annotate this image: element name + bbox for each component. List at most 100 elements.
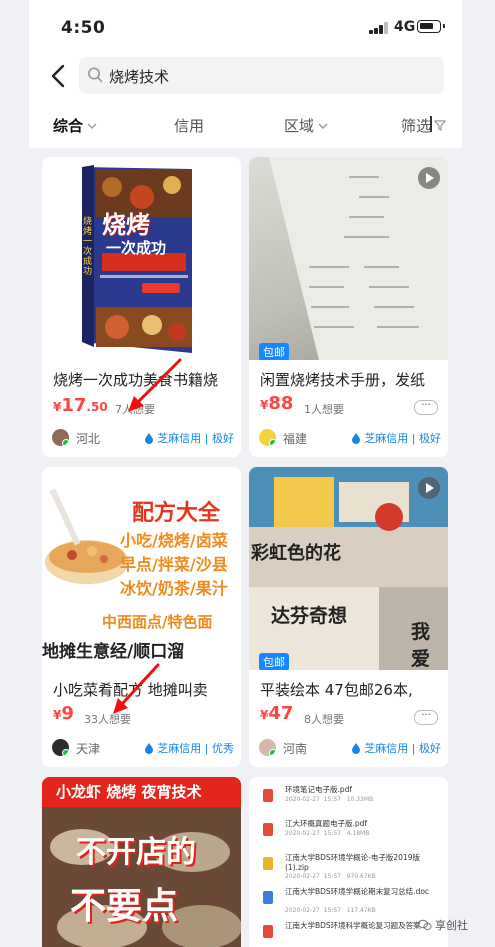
price-integer: 17 [61, 395, 87, 416]
sesame-credit-icon [352, 432, 361, 444]
avatar [259, 739, 276, 756]
want-count: 8人想要 [304, 713, 344, 726]
back-button[interactable] [47, 62, 71, 90]
seller-location: 天津 [76, 742, 101, 756]
product-title: 烧烤一次成功美食书籍烧 [53, 371, 219, 389]
status-time: 4:50 [61, 18, 106, 38]
product-image: 烧烤 一次成功 烧烤一次成功 [42, 157, 241, 360]
product-title: 小吃菜肴配方 地摊叫卖 [53, 681, 208, 699]
chevron-left-icon [51, 64, 65, 88]
credit-label: 芝麻信用 | 极好 [364, 432, 441, 445]
search-query: 烧烤技术 [109, 68, 170, 86]
price-integer: 9 [61, 703, 74, 724]
avatar [52, 739, 69, 756]
watermark-text: 享创社 [435, 919, 468, 932]
top-header: 4:50 4G 烧烤技术 综合 信用 区域 筛选 [29, 0, 462, 148]
filter-bar: 综合 信用 区域 筛选 [29, 108, 462, 144]
more-options-button[interactable]: ··· [414, 710, 438, 725]
image-text: 达芬奇想 [271, 605, 348, 627]
product-card[interactable]: 配方大全 小吃/烧烤/卤菜 早点/拌菜/沙县 冰饮/奶茶/果汁 中西面点/特色面… [42, 467, 241, 767]
product-card[interactable]: 彩虹色的花 达芬奇想 我爱 包邮 平装绘本 47包邮26本, ¥47 8人想要 … [249, 467, 448, 767]
price-integer: 88 [268, 393, 294, 414]
watermark: 享创社 [418, 917, 468, 933]
product-image: 配方大全 小吃/烧烤/卤菜 早点/拌菜/沙县 冰饮/奶茶/果汁 中西面点/特色面… [42, 467, 241, 670]
seller-location: 福建 [283, 432, 308, 446]
image-text: 不要点 [70, 886, 179, 927]
more-options-button[interactable]: ··· [414, 400, 438, 415]
file-name: 江南大学BDS环境学概论期末复习总结.doc [285, 887, 430, 896]
seller-location: 河南 [283, 742, 308, 756]
file-name: 环境笔记电子版.pdf [285, 785, 353, 794]
avatar [52, 429, 69, 446]
filter-label: 筛选 [401, 117, 432, 135]
image-line: 早点/拌菜/沙县 [120, 555, 228, 574]
seller-row: 天津 芝麻信用 | 优秀 [52, 739, 234, 757]
filter-comprehensive[interactable]: 综合 [53, 115, 98, 136]
filter-credit[interactable]: 信用 [174, 115, 204, 136]
want-count: 1人想要 [304, 403, 344, 416]
search-icon [88, 67, 103, 83]
video-play-icon[interactable] [418, 167, 440, 189]
want-count: 33人想要 [84, 713, 131, 726]
pdf-file-icon [263, 789, 273, 802]
file-meta: 2020-02-27 15:57 10.33MB [285, 796, 374, 803]
file-meta: 2020-02-27 15:57 970.67KB [285, 873, 376, 880]
price-integer: 47 [268, 703, 294, 724]
product-card[interactable]: 烧烤 一次成功 烧烤一次成功 烧烤一次成功美食书籍烧 ¥17.50 7人想要 河… [42, 157, 241, 457]
network-type: 4G [394, 19, 416, 35]
credit-label: 芝麻信用 | 优秀 [157, 742, 234, 755]
image-line: 冰饮/奶茶/果汁 [120, 579, 228, 598]
filter-label: 综合 [53, 117, 84, 135]
product-title: 闲置烧烤技术手册，发纸 [260, 371, 426, 389]
product-image: 彩虹色的花 达芬奇想 我爱 包邮 [249, 467, 448, 670]
credit-badge: 芝麻信用 | 优秀 [144, 740, 234, 756]
product-title: 平装绘本 47包邮26本, [260, 681, 413, 699]
image-line: 小吃/烧烤/卤菜 [120, 531, 228, 550]
seller-row: 福建 芝麻信用 | 极好 [259, 429, 441, 447]
image-text: 我爱 [411, 621, 431, 670]
search-input[interactable]: 烧烤技术 [79, 57, 444, 94]
filter-region[interactable]: 区域 [284, 115, 329, 136]
want-count: 7人想要 [115, 403, 155, 416]
file-name: 江南大学BDS环境学概论-电子版2019版(1).zip [285, 853, 420, 872]
zip-file-icon [263, 857, 273, 870]
credit-badge: 芝麻信用 | 极好 [351, 740, 441, 756]
filter-label: 区域 [284, 117, 315, 135]
product-price: ¥9 [53, 703, 74, 724]
book-cover-image [82, 165, 192, 353]
image-line: 地摊生意经/顺口溜 [42, 642, 185, 662]
file-row: 江南大学BDS环境学概论期末复习总结.doc 2020-02-27 15:57 1… [249, 885, 448, 919]
status-bar: 4:50 4G [29, 0, 462, 54]
filter-screen[interactable]: 筛选 [401, 115, 447, 136]
chevron-down-icon [87, 123, 97, 129]
funnel-icon [434, 120, 447, 131]
file-row: 江南大学BDS环境学概论-电子版2019版(1).zip 2020-02-27 1… [249, 851, 448, 885]
video-play-icon[interactable] [418, 477, 440, 499]
seller-row: 河南 芝麻信用 | 极好 [259, 739, 441, 757]
cover-spine: 烧烤一次成功 [83, 217, 93, 277]
cover-subtitle: 一次成功 [106, 239, 167, 257]
file-name: 江南大学BDS环境科学概论复习题及答案 [285, 921, 421, 930]
image-text: 彩虹色的花 [251, 543, 341, 564]
doc-file-icon [263, 891, 273, 904]
product-price: ¥88 [260, 393, 294, 414]
document-photo [269, 157, 448, 360]
product-price: ¥47 [260, 703, 294, 724]
file-name: 江大环概真题电子版.pdf [285, 819, 368, 828]
chevron-down-icon [318, 123, 328, 129]
filter-label: 信用 [174, 117, 205, 135]
product-card[interactable]: 包邮 闲置烧烤技术手册，发纸 ¥88 1人想要 ··· 福建 芝麻信用 | 极好 [249, 157, 448, 457]
product-image: 小龙虾 烧烤 夜宵技术 不开店的 不要点 [42, 777, 241, 947]
signal-icon [369, 22, 391, 34]
credit-label: 芝麻信用 | 极好 [157, 432, 234, 445]
product-price: ¥17.50 [53, 395, 108, 416]
file-row: 江大环概真题电子版.pdf 2020-02-27 15:57 4.18MB [249, 817, 448, 851]
file-meta: 2020-02-27 15:57 117.47KB [285, 907, 376, 914]
sesame-credit-icon [145, 742, 154, 754]
file-meta: 2020-02-27 15:57 4.18MB [285, 830, 370, 837]
seller-location: 河北 [76, 432, 101, 446]
free-shipping-badge: 包邮 [259, 653, 289, 670]
file-row: 环境笔记电子版.pdf 2020-02-27 15:57 10.33MB [249, 783, 448, 817]
product-card[interactable]: 小龙虾 烧烤 夜宵技术 不开店的 不要点 [42, 777, 241, 947]
free-shipping-badge: 包邮 [259, 343, 289, 360]
